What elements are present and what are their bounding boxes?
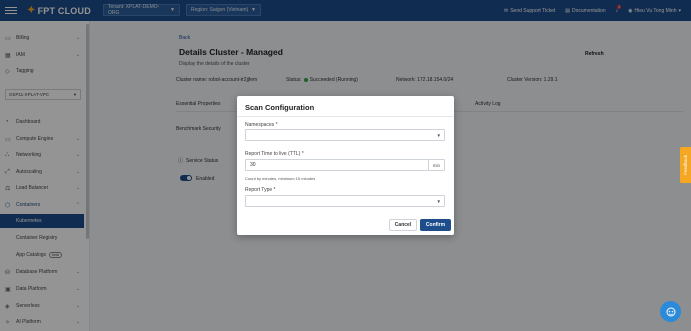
modal-title: Scan Configuration (245, 103, 315, 112)
confirm-button[interactable]: Confirm (420, 219, 451, 231)
report-type-select[interactable]: ▼ (245, 195, 445, 207)
ttl-input[interactable]: 30 min (245, 159, 445, 171)
namespaces-label: Namespaces * (245, 122, 278, 128)
scan-configuration-modal: Scan Configuration Namespaces * ▼ Report… (237, 96, 454, 235)
ttl-unit: min (427, 160, 444, 170)
cancel-button[interactable]: Cancel (389, 219, 417, 231)
chatbot-icon (666, 307, 675, 316)
namespaces-select[interactable]: ▼ (245, 129, 445, 141)
chat-assistant-button[interactable] (660, 301, 681, 322)
chevron-down-icon: ▼ (436, 133, 441, 138)
report-type-label: Report Type * (245, 187, 276, 193)
chevron-down-icon: ▼ (436, 199, 441, 204)
feedback-tab[interactable]: Feedback (680, 147, 691, 183)
ttl-label: Report Time to live (TTL) * (245, 151, 304, 157)
modal-divider (237, 116, 454, 117)
ttl-hint: Count by minutes, minimum 15 minutes (245, 176, 316, 181)
